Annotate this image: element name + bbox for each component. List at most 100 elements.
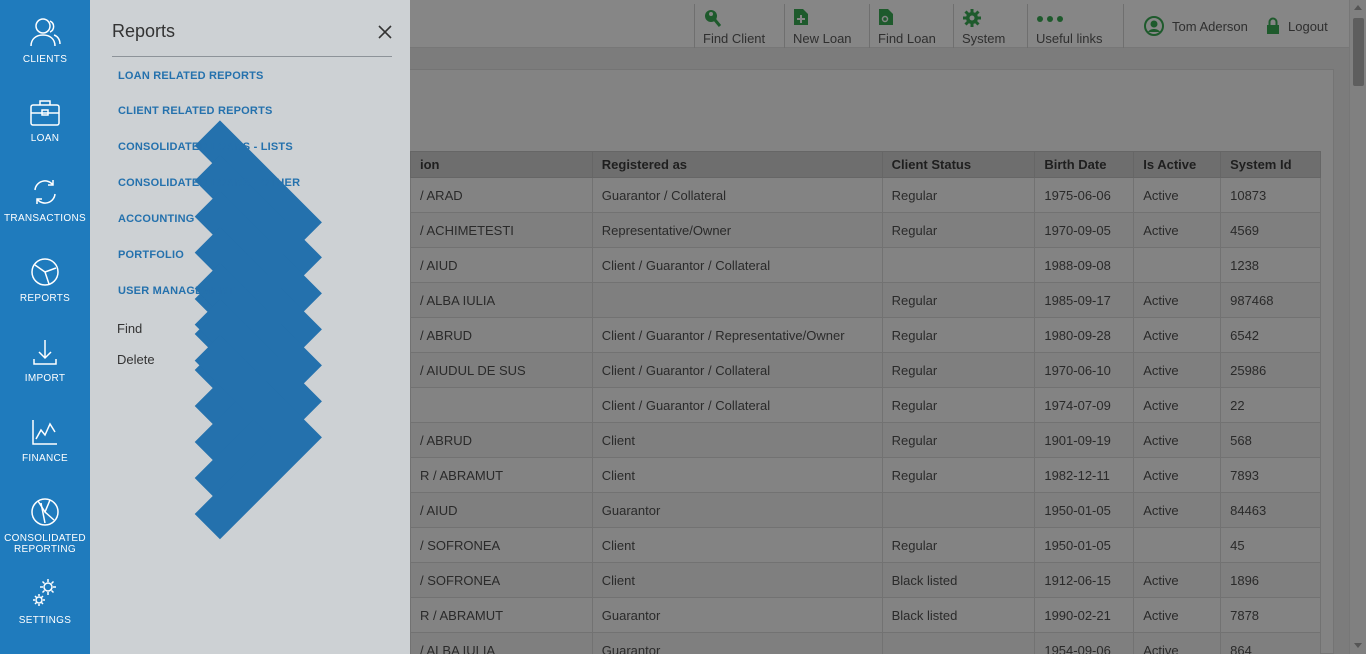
table-cell: Regular [881,387,1036,423]
table-cell: 1975-06-06 [1034,177,1135,213]
table-cell: Active [1133,457,1222,493]
table-row[interactable]: R / ABRAMUT Client Regular 1982-12-11 Active… [410,457,1321,493]
column-header[interactable]: Client Status [881,151,1036,178]
find-loan-button[interactable]: Find Loan [869,4,953,48]
table-cell: 22 [1220,387,1321,423]
menu-user-management[interactable]: USER MANAGEMENT [118,281,386,540]
sidebar-item-label: CONSOLIDATED REPORTING [4,533,86,555]
table-cell: / SOFRONEA [410,562,593,598]
table-cell: 568 [1220,422,1321,458]
table-cell: / ALBA IULIA [410,632,593,654]
column-header[interactable]: System Id [1220,151,1321,178]
table-row[interactable]: / ARAD Guarantor / Collateral Regular 1975-… [410,177,1321,213]
table-cell: 1970-06-10 [1034,352,1135,388]
logout-button[interactable]: Logout [1266,14,1328,38]
user-menu[interactable]: Tom Aderson [1144,14,1248,38]
column-header[interactable]: Is Active [1133,151,1222,178]
table-cell: 1990-02-21 [1034,597,1135,633]
table-row[interactable]: Client / Guarantor / Collateral Regular 19… [410,387,1321,423]
reports-flyout: Reports LOAN RELATED REPORTS CLIENT RELA… [90,0,410,654]
toolbar-divider [1123,4,1125,48]
table-cell: Regular [881,527,1036,563]
table-cell: 1238 [1220,247,1321,283]
table-row[interactable]: / AIUD Client / Guarantor / Collateral 198… [410,247,1321,283]
table-row[interactable]: / AIUD Guarantor 1950-01-05 Active 84463 [410,492,1321,528]
close-icon[interactable] [376,23,394,41]
table-cell: Black listed [881,597,1036,633]
table-cell: 1980-09-28 [1034,317,1135,353]
sidebar-item-settings[interactable]: SETTINGS [0,577,90,626]
table-cell: Client [591,457,883,493]
table-cell: Black listed [881,562,1036,598]
menu-item-label: CONSOLIDATED LOANS - OTHER [118,177,301,189]
clients-table: ion Registered as Client Status Birth Da… [410,151,1321,654]
sidebar-item-loan[interactable]: LOAN [0,97,90,144]
table-cell: / ACHIMETESTI [410,212,593,248]
table-cell: Active [1133,632,1222,654]
users-icon [30,18,61,47]
table-row[interactable]: / SOFRONEA Client Regular 1950-01-05 45 [410,527,1321,563]
sidebar-item-label: FINANCE [22,453,68,464]
table-cell: Regular [881,352,1036,388]
scroll-thumb[interactable] [1353,18,1364,86]
vertical-scrollbar[interactable] [1349,0,1366,654]
find-client-button[interactable]: Find Client [694,4,784,48]
main-sidebar: CLIENTS LOAN TRANSACTIONS REPORTS IMPORT… [0,0,90,654]
table-cell: Regular [881,212,1036,248]
table-row[interactable]: / ALBA IULIA Guarantor 1954-09-06 Active 864 [410,632,1321,654]
table-cell: Active [1133,387,1222,423]
table-row[interactable]: / ALBA IULIA Regular 1985-09-17 Active 98746… [410,282,1321,318]
pie-slices-icon [31,498,59,526]
find-link[interactable]: Find [117,321,142,336]
menu-loan-related-reports[interactable]: LOAN RELATED REPORTS [118,66,386,325]
scroll-up-arrow[interactable] [1354,5,1362,10]
sidebar-item-clients[interactable]: CLIENTS [0,16,90,65]
table-row[interactable]: / ABRUD Client Regular 1901-09-19 Active 568 [410,422,1321,458]
menu-item-label: ACCOUNTING [118,213,195,225]
new-loan-button[interactable]: New Loan [784,4,869,48]
delete-link[interactable]: Delete [117,352,155,367]
table-cell: Active [1133,597,1222,633]
table-cell: 1988-09-08 [1034,247,1135,283]
line-chart-icon [32,420,57,445]
briefcase-icon [30,100,60,126]
menu-consolidated-loans-other[interactable]: CONSOLIDATED LOANS - OTHER [118,173,386,432]
column-header[interactable]: ion [410,151,593,178]
table-cell: 25986 [1220,352,1321,388]
sidebar-item-reports[interactable]: REPORTS [0,257,90,304]
table-row[interactable]: / ACHIMETESTI Representative/Owner Regular… [410,212,1321,248]
table-cell: / ABRUD [410,422,593,458]
table-row[interactable]: R / ABRAMUT Guarantor Black listed 1990-02-… [410,597,1321,633]
table-cell: / AIUD [410,492,593,528]
column-header[interactable]: Registered as [591,151,883,178]
table-cell: Regular [881,422,1036,458]
useful-links-button[interactable]: Useful links [1027,4,1123,48]
table-header-row: ion Registered as Client Status Birth Da… [410,151,1321,178]
table-cell: 84463 [1220,492,1321,528]
menu-item-label: CLIENT RELATED REPORTS [118,105,273,117]
table-cell: Active [1133,282,1222,318]
column-header[interactable]: Birth Date [1034,151,1135,178]
sidebar-item-import[interactable]: IMPORT [0,337,90,384]
sidebar-item-finance[interactable]: FINANCE [0,417,90,464]
table-row[interactable]: / SOFRONEA Client Black listed 1912-06-15 Ac… [410,562,1321,598]
menu-client-related-reports[interactable]: CLIENT RELATED REPORTS [118,101,386,360]
user-name: Tom Aderson [1172,18,1248,34]
table-cell: R / ABRAMUT [410,457,593,493]
menu-consolidated-loans-lists[interactable]: CONSOLIDATED LOANS - LISTS [118,137,386,396]
sidebar-item-label: REPORTS [19,293,71,304]
more-dots-icon [1037,16,1063,22]
table-row[interactable]: / ABRUD Client / Guarantor / Representati… [410,317,1321,353]
sidebar-item-consolidated-reporting[interactable]: CONSOLIDATED REPORTING [0,497,90,555]
sidebar-item-label: LOAN [30,133,60,144]
menu-accounting[interactable]: ACCOUNTING [118,209,386,468]
system-button[interactable]: System [953,4,1027,48]
sidebar-item-transactions[interactable]: TRANSACTIONS [0,177,90,224]
menu-portfolio[interactable]: PORTFOLIO [118,245,386,504]
table-cell: Active [1133,317,1222,353]
table-row[interactable]: / AIUDUL DE SUS Client / Guarantor / Coll… [410,352,1321,388]
scroll-down-arrow[interactable] [1354,643,1362,648]
table-cell: 1912-06-15 [1034,562,1135,598]
refresh-icon [34,180,56,204]
menu-item-label: LOAN RELATED REPORTS [118,70,264,82]
